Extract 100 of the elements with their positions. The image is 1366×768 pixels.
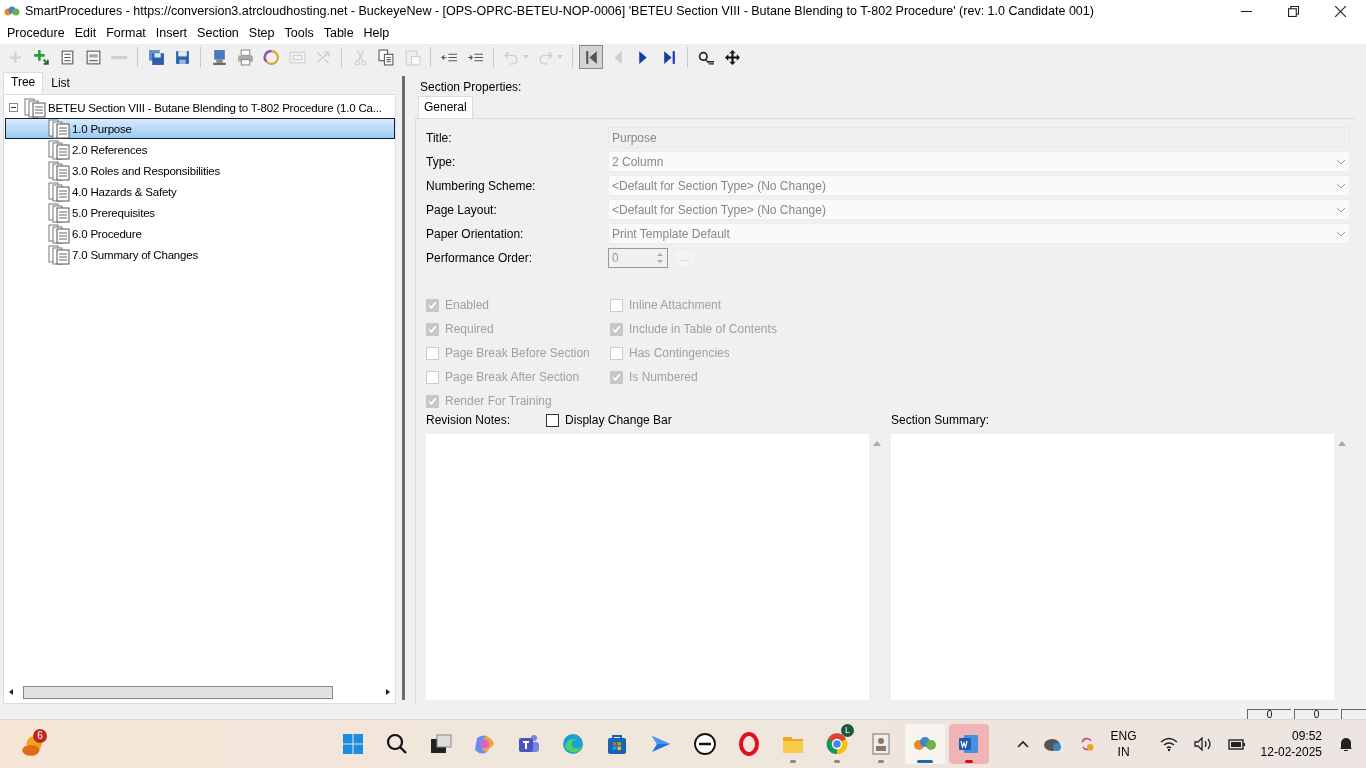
app-logo-icon — [4, 5, 20, 17]
scroll-right-icon[interactable] — [384, 688, 392, 696]
search-icon — [385, 732, 409, 756]
checkmark-icon — [427, 395, 438, 407]
printer-icon — [236, 48, 254, 66]
menu-item[interactable]: Section — [192, 26, 244, 40]
tab[interactable]: Tree — [3, 72, 44, 94]
scroll-left-icon[interactable] — [7, 688, 15, 696]
save-all-icon — [147, 48, 165, 66]
document-w-icon — [957, 732, 981, 756]
menu-item[interactable]: Tools — [279, 26, 319, 40]
id-card-icon — [869, 732, 893, 756]
battery-icon[interactable] — [1226, 736, 1247, 752]
copy-icon — [377, 48, 395, 66]
avatar-badge: L — [841, 724, 854, 737]
circle-logo-icon — [693, 732, 717, 756]
wifi-icon[interactable] — [1158, 736, 1179, 752]
menu-item[interactable]: Format — [101, 26, 151, 40]
selected-tree-item[interactable]: 1.0 Purpose — [5, 118, 395, 139]
field-label: Section Summary: — [891, 413, 990, 427]
task-view-icon — [429, 732, 453, 756]
minus-icon — [111, 54, 127, 60]
add-child-icon — [32, 48, 50, 66]
checkmark-icon — [611, 323, 622, 335]
document-stack-icon — [48, 139, 70, 160]
browser-wave-icon — [561, 732, 585, 756]
first-button[interactable] — [579, 45, 603, 69]
document-stack-icon — [48, 202, 70, 223]
crossed-arrows-icon — [314, 48, 332, 66]
globe-icon — [825, 732, 849, 756]
caret-icon — [557, 55, 563, 59]
running-indicator — [917, 760, 933, 763]
menu-item[interactable]: Step — [243, 26, 280, 40]
running-indicator — [878, 760, 884, 763]
menu-item[interactable]: Help — [358, 26, 395, 40]
tree-item[interactable]: 2.0 References — [72, 143, 148, 156]
chevron-down-icon — [1336, 158, 1346, 165]
field-label: Title: — [426, 130, 453, 145]
document-stack-icon — [48, 223, 70, 244]
menu-item[interactable]: Table — [318, 26, 359, 40]
ring-icon — [737, 732, 761, 756]
document-stack-icon — [48, 160, 70, 181]
notification-badge: 6 — [33, 729, 47, 743]
running-indicator — [790, 760, 796, 763]
form-icon — [84, 48, 102, 66]
chevron-up-icon[interactable] — [1016, 740, 1029, 748]
clock-time[interactable]: 09:52 — [1291, 728, 1322, 744]
checkmark-icon — [427, 323, 438, 335]
tree-item[interactable]: 6.0 Procedure — [72, 227, 142, 240]
close-icon[interactable] — [1335, 5, 1346, 17]
tab[interactable]: General — [418, 96, 473, 118]
document-stack-icon — [48, 118, 70, 139]
spin-arrows-icon — [656, 250, 664, 265]
collapse-icon[interactable] — [9, 103, 18, 112]
tree-item-label: 1.0 Purpose — [72, 122, 132, 135]
menu-item[interactable]: Edit — [69, 26, 102, 40]
clock-date[interactable]: 12-02-2025 — [1260, 744, 1322, 760]
menu-item[interactable]: Procedure — [2, 26, 70, 40]
window-title: SmartProcedures - https://conversion3.atrcloudhosting.net - BuckeyeNew - [OPS-OPRC-BETEU-NOP-0006] 'BETEU Section VIII - Butane Blending to T-802 Procedure' (rev: 1.0 Candidate 001) — [25, 4, 1095, 18]
speaker-icon[interactable] — [1192, 736, 1213, 752]
taskbar-button[interactable]: L — [817, 724, 857, 764]
monitor-icon — [210, 48, 228, 66]
horizontal-scrollbar[interactable] — [7, 685, 392, 699]
tree-item[interactable]: 4.0 Hazards & Safety — [72, 185, 177, 198]
start-button — [341, 732, 365, 756]
language-indicator[interactable]: ENG — [1110, 728, 1137, 744]
tree-item[interactable]: 7.0 Summary of Changes — [72, 248, 198, 261]
region-indicator[interactable]: IN — [1117, 744, 1130, 760]
tree-item[interactable]: BETEU Section VIII - Butane Blending to T-802 Procedure (1.0 Ca... — [48, 101, 382, 114]
tab[interactable]: List — [43, 73, 78, 94]
chevron-down-icon — [1336, 230, 1346, 237]
checkbox[interactable]: Display Change Bar — [546, 411, 672, 429]
restore-icon[interactable] — [1288, 5, 1299, 17]
section-heading: Section Properties: — [419, 79, 523, 96]
field-label: Numbering Scheme: — [426, 178, 537, 193]
menu-item[interactable]: Insert — [150, 26, 193, 40]
chevron-down-icon — [1336, 182, 1346, 189]
tree-item[interactable]: 5.0 Prerequisites — [72, 206, 155, 219]
scroll-thumb[interactable] — [23, 685, 333, 699]
shopping-bag-icon — [605, 732, 629, 756]
swirl-icon — [473, 732, 497, 756]
field-label: Page Layout: — [426, 202, 498, 217]
checkmark-icon — [611, 371, 622, 383]
document-stack-icon — [48, 244, 70, 265]
chevron-down-icon — [1336, 206, 1346, 213]
cloud-sync-icon[interactable] — [1042, 736, 1063, 752]
caret-icon — [523, 55, 529, 59]
tree-item[interactable]: 3.0 Roles and Responsibilities — [72, 164, 221, 177]
field-label: Type: — [426, 154, 457, 169]
field-label: Revision Notes: — [426, 413, 511, 427]
move-icon — [723, 48, 741, 66]
field-label: Paper Orientation: — [426, 226, 525, 241]
field-label: Performance Order: — [426, 250, 534, 265]
running-indicator — [834, 760, 840, 763]
save-icon — [173, 48, 191, 66]
clipboard-icon — [403, 48, 421, 66]
running-indicator — [965, 760, 973, 763]
document-stack-icon — [24, 97, 46, 118]
document-stack-icon — [48, 181, 70, 202]
ring-icon — [262, 48, 280, 66]
